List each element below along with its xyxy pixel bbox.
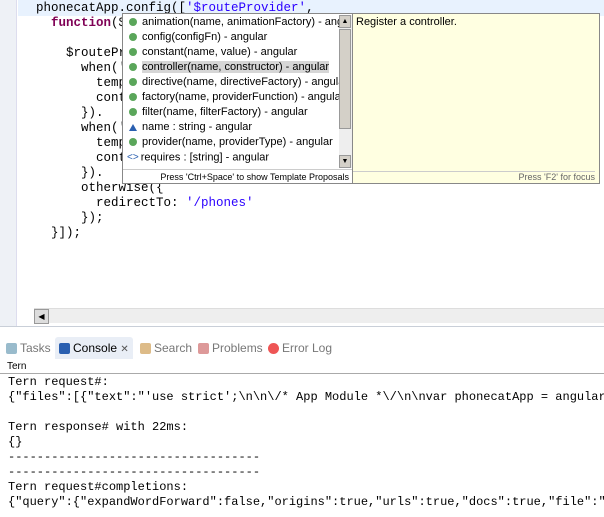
- completion-item[interactable]: name : string - angular: [127, 120, 252, 135]
- tab-error-log[interactable]: Error Log: [268, 337, 332, 359]
- completion-label: provider(name, providerType) - angular: [142, 136, 333, 148]
- console-text: Tern request#: {"files":[{"text":"'use s…: [8, 375, 604, 509]
- method-icon: [129, 78, 137, 87]
- error-log-icon: [268, 343, 279, 355]
- completion-item[interactable]: provider(name, providerType) - angular: [127, 135, 333, 150]
- completion-label: factory(name, providerFunction) - angula…: [142, 91, 345, 103]
- console-icon: [59, 343, 70, 355]
- completion-item[interactable]: config(configFn) - angular: [127, 30, 267, 45]
- completion-label: config(configFn) - angular: [142, 31, 268, 43]
- completion-item[interactable]: controller(name, constructor) - angular: [127, 60, 330, 75]
- method-icon: [129, 63, 137, 72]
- method-icon: [129, 108, 137, 117]
- method-icon: [129, 33, 137, 42]
- tab-problems[interactable]: Problems: [198, 337, 263, 359]
- completion-item[interactable]: <> requires : [string] - angular: [127, 150, 269, 165]
- tab-search[interactable]: Search: [140, 337, 192, 359]
- completion-label: animation(name, animationFactory) - angu…: [142, 16, 362, 28]
- doc-text: Register a controller.: [356, 16, 457, 28]
- editor-gutter: [0, 0, 17, 326]
- tab-label: Console: [73, 341, 118, 355]
- completion-item[interactable]: factory(name, providerFunction) - angula…: [127, 90, 344, 105]
- problems-icon: [198, 343, 209, 355]
- search-icon: [140, 343, 151, 355]
- completion-label: controller(name, constructor) - angular: [142, 61, 330, 73]
- completion-label: constant(name, value) - angular: [142, 46, 298, 58]
- method-icon: [129, 48, 137, 57]
- tab-label: Search: [154, 341, 193, 355]
- completion-item[interactable]: directive(name, directiveFactory) - angu…: [127, 75, 348, 90]
- tab-tasks[interactable]: Tasks: [6, 337, 51, 359]
- tab-label: Error Log: [282, 341, 333, 355]
- documentation-popup: Register a controller. Press 'F2' for fo…: [352, 13, 600, 184]
- scroll-down-button[interactable]: ▼: [339, 155, 351, 168]
- code-line: });: [36, 211, 104, 225]
- tab-label: Tasks: [20, 341, 51, 355]
- completion-label: directive(name, directiveFactory) - angu…: [142, 76, 349, 88]
- code-line: }]);: [36, 226, 82, 240]
- view-tabs: Tasks Console ✕ Search Problems Error Lo…: [0, 337, 604, 359]
- horizontal-scrollbar[interactable]: ◀: [34, 308, 604, 324]
- tab-console[interactable]: Console ✕: [55, 337, 133, 359]
- doc-footer: Press 'F2' for focus: [353, 171, 595, 182]
- code-line: redirectTo: '/phones': [36, 196, 254, 210]
- scroll-up-button[interactable]: ▲: [339, 15, 351, 28]
- scroll-thumb[interactable]: [339, 29, 351, 129]
- completion-label: filter(name, filterFactory) - angular: [142, 106, 308, 118]
- method-icon: [129, 18, 137, 27]
- console-name: Tern: [7, 361, 27, 372]
- property-icon: [129, 123, 137, 131]
- method-icon: [129, 93, 137, 102]
- completion-item[interactable]: animation(name, animationFactory) - angu…: [127, 15, 362, 30]
- completion-item[interactable]: filter(name, filterFactory) - angular: [127, 105, 308, 120]
- completion-label: requires : [string] - angular: [140, 151, 270, 164]
- template-proposals-hint: Press 'Ctrl+Space' to show Template Prop…: [123, 169, 353, 183]
- method-icon: [129, 138, 137, 147]
- array-icon: <>: [127, 152, 139, 163]
- completion-popup: animation(name, animationFactory) - angu…: [122, 13, 362, 184]
- completion-scrollbar[interactable]: ▲ ▼: [339, 15, 352, 168]
- tab-label: Problems: [212, 341, 263, 355]
- close-icon[interactable]: ✕: [120, 344, 128, 355]
- scroll-left-button[interactable]: ◀: [34, 309, 49, 324]
- console-output[interactable]: Tern request#: {"files":[{"text":"'use s…: [0, 373, 604, 517]
- completion-item[interactable]: constant(name, value) - angular: [127, 45, 297, 60]
- tasks-icon: [6, 343, 17, 355]
- completion-label: name : string - angular: [142, 121, 253, 133]
